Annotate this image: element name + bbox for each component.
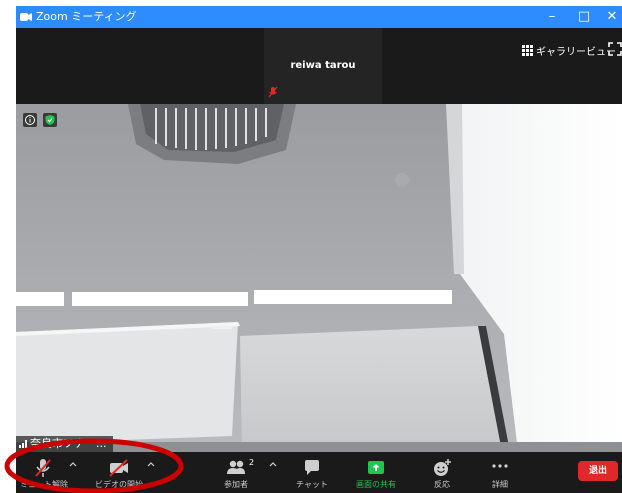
muted-mic-icon bbox=[268, 86, 278, 98]
participants-icon bbox=[227, 460, 245, 474]
reactions-label: 反応 bbox=[434, 480, 450, 489]
participants-count-badge: 2 bbox=[249, 458, 255, 467]
reactions-button[interactable]: 反応 bbox=[422, 452, 462, 493]
more-dots-icon bbox=[492, 464, 508, 468]
participant-name: reiwa tarou bbox=[290, 60, 356, 71]
more-button[interactable]: 詳細 bbox=[480, 452, 520, 493]
info-icon[interactable] bbox=[23, 113, 37, 127]
smiley-plus-icon bbox=[434, 459, 451, 476]
participant-thumbnail[interactable]: reiwa tarou bbox=[264, 28, 382, 104]
gallery-view-label: ギャラリービュー bbox=[536, 46, 616, 58]
chat-label: チャット bbox=[296, 480, 328, 489]
participant-strip: reiwa tarou ギャラリービュー bbox=[16, 28, 622, 104]
share-screen-button[interactable]: 画面の共有 bbox=[346, 452, 406, 493]
share-screen-icon bbox=[368, 461, 384, 474]
zoom-window: Zoom ミーティング – □ ✕ reiwa tarou ギャラリービュー 奈… bbox=[16, 6, 622, 493]
zoom-app-icon bbox=[20, 13, 32, 21]
share-screen-label: 画面の共有 bbox=[356, 480, 396, 489]
chat-button[interactable]: チャット bbox=[292, 452, 332, 493]
leave-button[interactable]: 退出 bbox=[578, 461, 618, 481]
security-shield-icon[interactable] bbox=[43, 113, 57, 127]
close-button[interactable]: ✕ bbox=[596, 6, 622, 28]
chat-bubble-icon bbox=[305, 460, 319, 475]
gallery-view-button[interactable]: ギャラリービュー bbox=[522, 42, 616, 58]
title-bar: Zoom ミーティング – □ ✕ bbox=[16, 6, 622, 28]
window-title: Zoom ミーティング bbox=[36, 10, 137, 23]
minimize-button[interactable]: – bbox=[536, 6, 568, 28]
fullscreen-icon[interactable] bbox=[608, 42, 622, 56]
more-label: 詳細 bbox=[492, 480, 508, 489]
participants-options-caret-icon[interactable] bbox=[268, 460, 278, 468]
grid-icon bbox=[522, 44, 533, 56]
main-video: 奈良市ソナー... bbox=[16, 104, 622, 452]
camera-feed-image bbox=[16, 104, 622, 452]
participants-label: 参加者 bbox=[224, 480, 248, 489]
annotation-ellipse bbox=[4, 438, 184, 493]
